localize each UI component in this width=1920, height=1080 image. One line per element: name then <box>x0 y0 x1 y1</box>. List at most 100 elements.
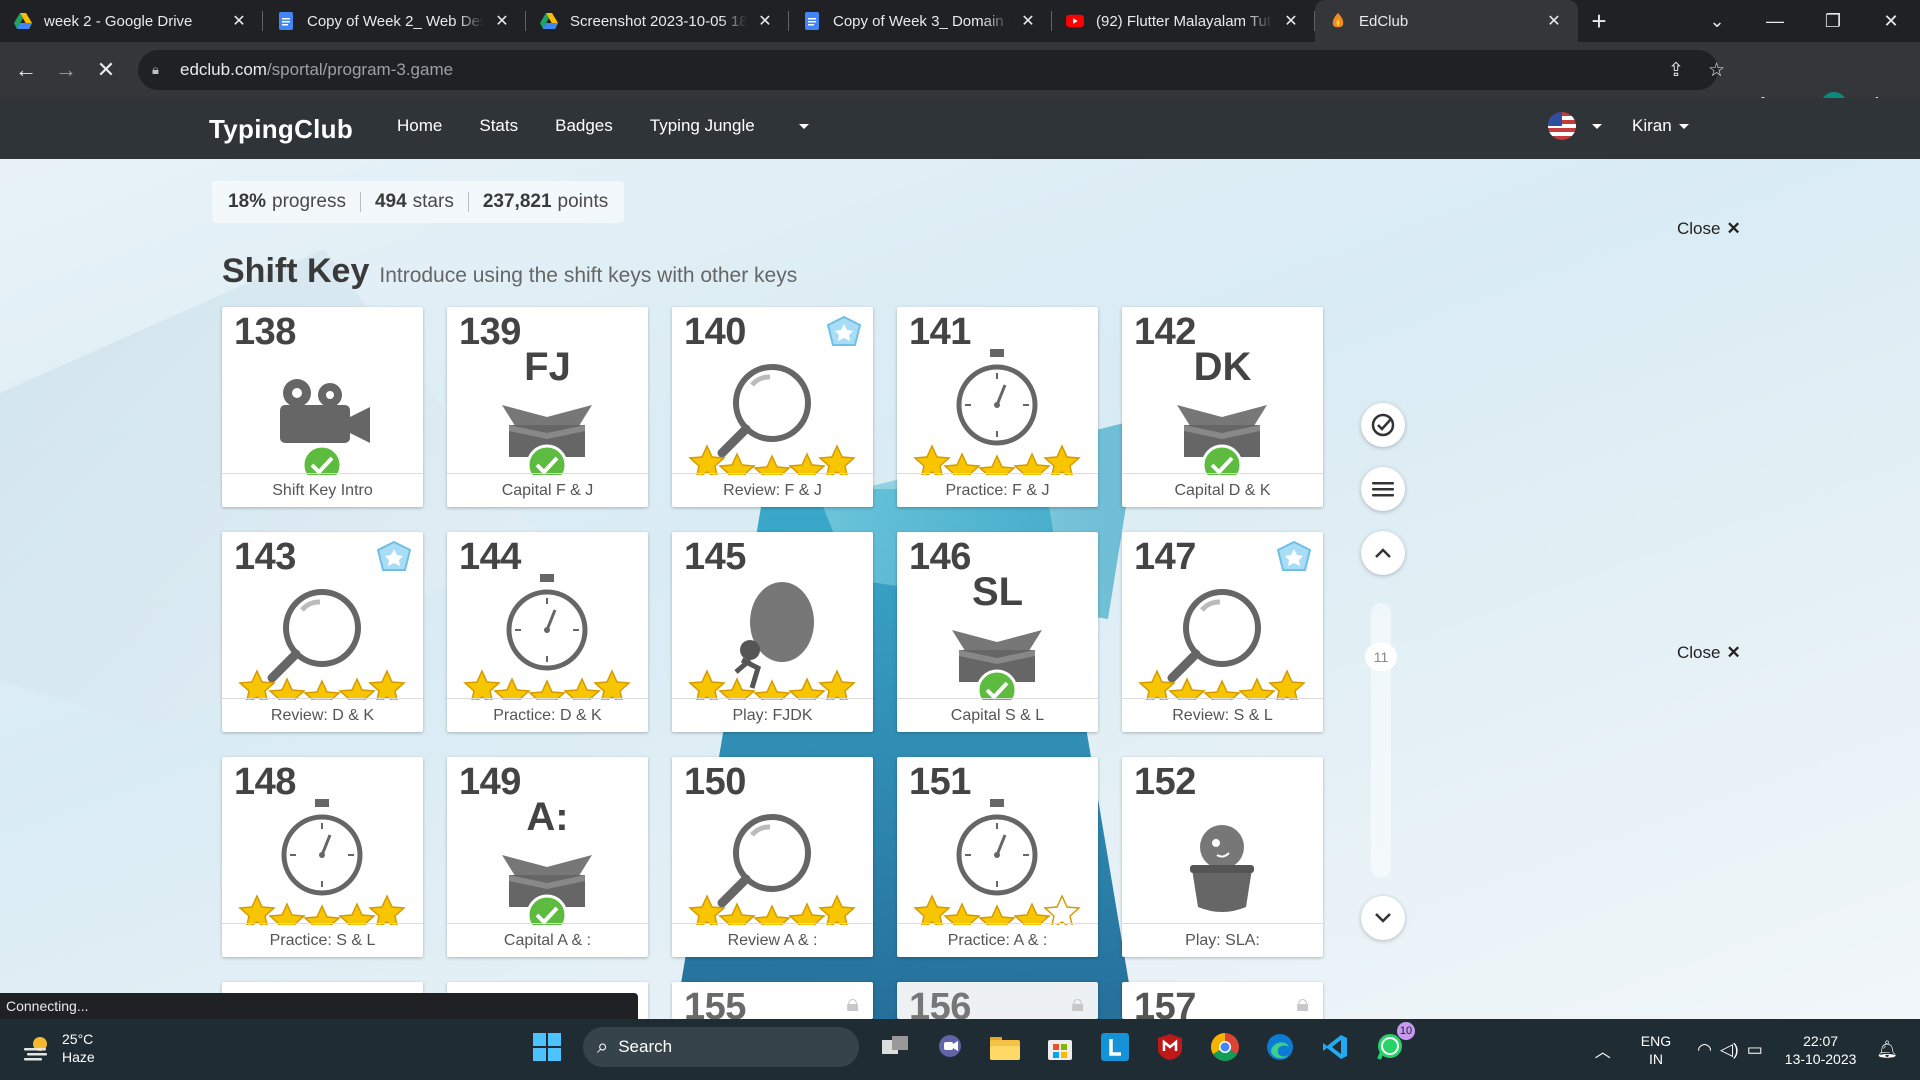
close-icon[interactable]: ✕ <box>229 11 249 31</box>
lesson-illustration <box>1138 589 1306 700</box>
close-icon[interactable]: ✕ <box>755 11 775 31</box>
lock-icon[interactable]: 🔒︎ <box>152 62 166 78</box>
lesson-card[interactable]: 142 DK Capital D & K <box>1122 307 1323 507</box>
star-icon <box>463 669 501 700</box>
lesson-card[interactable]: 138 Shift Key Intro <box>222 307 423 507</box>
volume-icon[interactable]: ◁) <box>1720 1040 1739 1060</box>
lesson-number: 140 <box>684 311 746 353</box>
lesson-card[interactable]: 140 Review: F & J <box>672 307 873 507</box>
share-icon[interactable]: ⇪ <box>1668 59 1684 82</box>
lesson-card[interactable]: 143 Review: D & K <box>222 532 423 732</box>
tab-search-icon[interactable]: ⌄ <box>1688 11 1746 32</box>
scroll-up-button[interactable] <box>1361 531 1405 575</box>
stop-loading-icon[interactable]: ✕ <box>86 50 126 90</box>
browser-tab[interactable]: (92) Flutter Malayalam Tut ✕ <box>1052 0 1315 42</box>
lesson-label: Capital A & : <box>447 923 648 957</box>
address-bar[interactable]: 🔒︎ edclub.com/sportal/program-3.game ⇪ ☆ <box>138 50 1725 90</box>
task-view-icon[interactable] <box>876 1028 914 1066</box>
lesson-card[interactable]: 149 A: Capital A & : <box>447 757 648 957</box>
clock[interactable]: 22:07 13-10-2023 <box>1785 1032 1857 1068</box>
lesson-card[interactable]: 150 Review A & : <box>672 757 873 957</box>
minimize-icon[interactable]: — <box>1746 11 1804 32</box>
lesson-card[interactable]: 144 Practice: D & K <box>447 532 648 732</box>
chrome-icon[interactable] <box>1206 1028 1244 1066</box>
lesson-card[interactable]: 141 Practice: F & J <box>897 307 1098 507</box>
star-icon <box>1268 669 1306 700</box>
star-icon <box>1238 677 1276 700</box>
chevron-down-icon[interactable] <box>1592 124 1602 129</box>
chevron-up-icon[interactable]: ︿ <box>1595 1038 1611 1062</box>
tab-title: EdClub <box>1359 12 1409 30</box>
battery-icon[interactable]: ▭ <box>1747 1040 1763 1060</box>
vscode-icon[interactable] <box>1316 1028 1354 1066</box>
points-label: points <box>557 191 609 212</box>
close-icon[interactable]: ✕ <box>1281 11 1301 31</box>
lesson-card-locked[interactable]: 155 🔒︎ <box>672 982 873 1019</box>
typingclub-logo[interactable]: TypingClub <box>209 114 353 145</box>
scroll-position-indicator[interactable]: 11 <box>1365 643 1397 671</box>
check-circle-icon <box>1371 413 1395 437</box>
lesson-card[interactable]: 152 Play: SLA: <box>1122 757 1323 957</box>
magnifier-icon <box>717 364 811 458</box>
browser-tab-active[interactable]: EdClub ✕ <box>1315 0 1578 42</box>
close-icon[interactable]: ✕ <box>1544 11 1564 31</box>
close-button[interactable]: Close ✕ <box>1677 643 1741 663</box>
close-button[interactable]: Close ✕ <box>1677 219 1741 239</box>
nav-stats[interactable]: Stats <box>479 116 518 136</box>
whatsapp-icon[interactable]: 10 <box>1371 1022 1415 1066</box>
lesson-card[interactable]: 139 FJ Capital F & J <box>447 307 648 507</box>
check-progress-button[interactable] <box>1361 403 1405 447</box>
close-icon[interactable]: ✕ <box>1018 11 1038 31</box>
browser-tab[interactable]: Copy of Week 3_ Domain F ✕ <box>789 0 1052 42</box>
google-drive-icon <box>540 12 558 30</box>
close-icon[interactable]: ✕ <box>492 11 512 31</box>
nav-home[interactable]: Home <box>397 116 442 136</box>
teams-chat-icon[interactable] <box>931 1028 969 1066</box>
lesson-number: 152 <box>1134 761 1196 803</box>
back-icon[interactable]: ← <box>6 50 46 90</box>
section-description: Introduce using the shift keys with othe… <box>379 264 798 287</box>
lesson-illustration <box>688 814 856 925</box>
windows-start-icon[interactable] <box>528 1028 566 1066</box>
google-docs-icon <box>277 12 295 30</box>
wifi-icon[interactable]: ◠ <box>1697 1040 1712 1060</box>
taskbar-search[interactable]: ⌕ Search <box>583 1027 859 1067</box>
lesson-illustration <box>238 799 406 925</box>
lesson-card[interactable]: 148 Practice: S & L <box>222 757 423 957</box>
browser-tab[interactable]: week 2 - Google Drive ✕ <box>0 0 263 42</box>
scroll-down-button[interactable] <box>1361 896 1405 940</box>
lesson-card[interactable]: 145 Play: FJDK <box>672 532 873 732</box>
lesson-illustration <box>688 364 856 475</box>
restore-icon[interactable]: ❐ <box>1804 11 1862 32</box>
mcafee-icon[interactable] <box>1151 1028 1189 1066</box>
forward-icon[interactable]: → <box>46 50 86 90</box>
l-app-icon[interactable] <box>1096 1028 1134 1066</box>
microsoft-store-icon[interactable] <box>1041 1028 1079 1066</box>
lesson-card-locked[interactable]: 157 🔒︎ <box>1122 982 1323 1019</box>
nav-typing-jungle[interactable]: Typing Jungle <box>650 116 809 136</box>
language-indicator[interactable]: ENG IN <box>1641 1032 1671 1068</box>
nav-badges[interactable]: Badges <box>555 116 613 136</box>
notification-bell-icon[interactable]: 🔔︎ <box>1876 1040 1898 1060</box>
star-icon <box>593 669 631 700</box>
points-value: 237,821 <box>482 191 552 212</box>
lesson-card[interactable]: 151 Practice: A & : <box>897 757 1098 957</box>
edge-icon[interactable] <box>1261 1028 1299 1066</box>
checkmark-icon <box>301 444 343 475</box>
weather-widget[interactable]: 25°C Haze <box>22 1030 95 1066</box>
star-icon <box>788 902 826 925</box>
file-explorer-icon[interactable] <box>986 1028 1024 1066</box>
bookmark-star-icon[interactable]: ☆ <box>1708 59 1725 82</box>
browser-tab[interactable]: Copy of Week 2_ Web Des ✕ <box>263 0 526 42</box>
star-icon <box>788 677 826 700</box>
user-menu[interactable]: Kiran <box>1632 116 1689 136</box>
lesson-card[interactable]: 146 SL Capital S & L <box>897 532 1098 732</box>
us-flag-icon[interactable] <box>1548 112 1576 140</box>
browser-tab[interactable]: Screenshot 2023-10-05 18 ✕ <box>526 0 789 42</box>
lesson-card-locked[interactable]: 156 🔒︎ <box>897 982 1098 1019</box>
new-tab-button[interactable]: + <box>1578 0 1620 42</box>
date: 13-10-2023 <box>1784 1050 1857 1067</box>
lesson-card[interactable]: 147 Review: S & L <box>1122 532 1323 732</box>
menu-button[interactable] <box>1361 467 1405 511</box>
close-window-icon[interactable]: ✕ <box>1862 11 1920 32</box>
